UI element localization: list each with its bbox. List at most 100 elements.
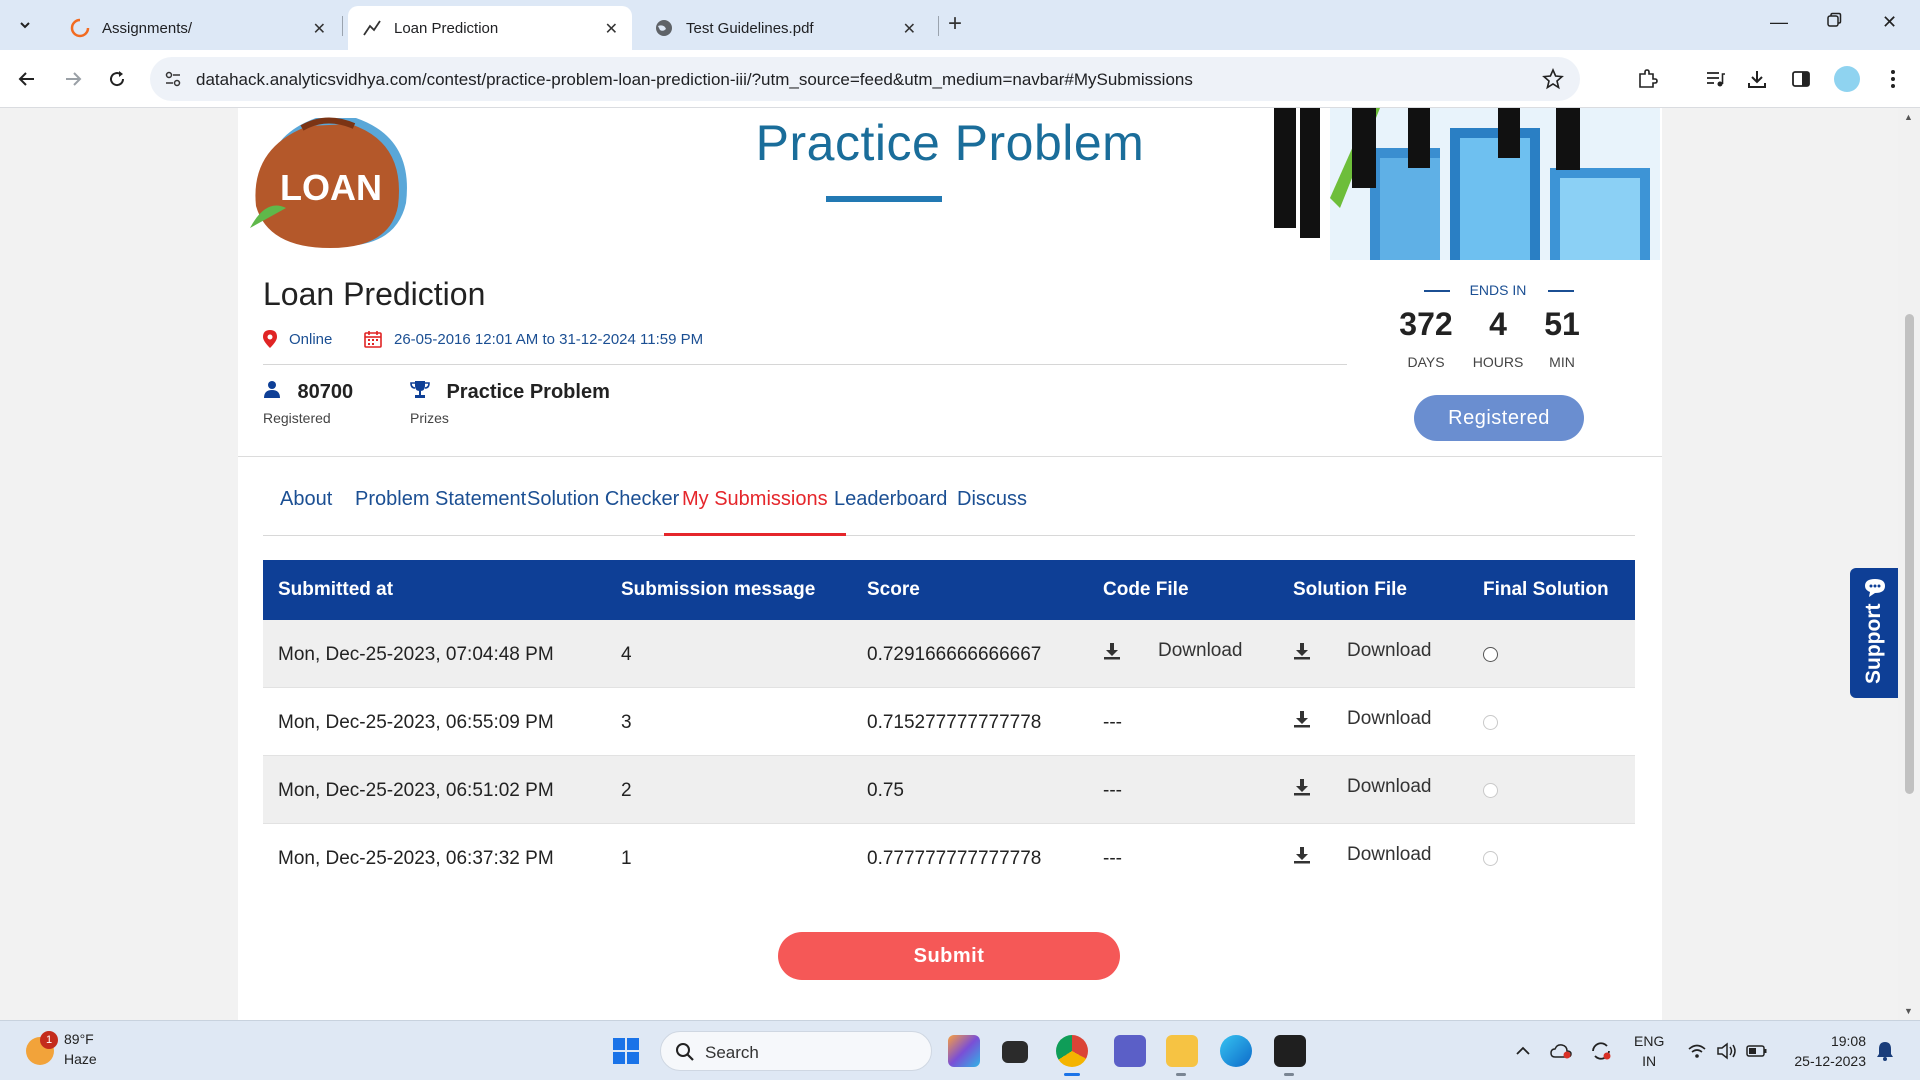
close-tab-icon[interactable]: ✕ bbox=[313, 19, 326, 39]
copilot-app-icon[interactable] bbox=[948, 1035, 980, 1067]
section-divider bbox=[238, 456, 1662, 457]
media-control-icon[interactable] bbox=[1702, 66, 1728, 92]
countdown-days-label: DAYS bbox=[1407, 354, 1445, 370]
download-icon[interactable] bbox=[1293, 710, 1311, 734]
prize-stat: Practice Problem Prizes bbox=[410, 380, 610, 426]
reload-icon bbox=[110, 71, 125, 87]
site-info-icon[interactable] bbox=[164, 70, 182, 93]
bookmark-star-icon[interactable] bbox=[1542, 67, 1564, 95]
windows-start-icon[interactable] bbox=[612, 1037, 640, 1065]
weather-description[interactable]: Haze bbox=[64, 1051, 97, 1067]
browser-tab-loan-prediction[interactable]: Loan Prediction ✕ bbox=[348, 6, 632, 50]
browser-tab-assignments[interactable]: Assignments/ ✕ bbox=[56, 6, 340, 50]
scroll-up-arrow[interactable]: ▲ bbox=[1904, 112, 1913, 122]
table-header: Submitted at Submission message Score Co… bbox=[263, 560, 1635, 620]
system-clock[interactable]: 19:08 25-12-2023 bbox=[1784, 1031, 1866, 1071]
tab-problem-statement[interactable]: Problem Statement bbox=[355, 488, 526, 536]
tab-separator bbox=[342, 16, 343, 36]
onedrive-icon[interactable] bbox=[1550, 1041, 1572, 1061]
profile-avatar[interactable] bbox=[1834, 66, 1860, 92]
download-icon[interactable] bbox=[1744, 66, 1770, 92]
sync-icon[interactable] bbox=[1590, 1041, 1612, 1061]
close-window-button[interactable]: ✕ bbox=[1882, 12, 1897, 33]
tab-solution-checker[interactable]: Solution Checker bbox=[527, 488, 679, 536]
registered-button[interactable]: Registered bbox=[1414, 395, 1584, 441]
cell-code-file: --- bbox=[1103, 848, 1122, 869]
extensions-icon[interactable] bbox=[1634, 66, 1660, 92]
tab-search-button[interactable] bbox=[10, 10, 40, 40]
restore-button[interactable] bbox=[1826, 12, 1842, 33]
solution-file-download-link[interactable]: Download bbox=[1347, 844, 1432, 866]
chevron-up-icon[interactable] bbox=[1512, 1041, 1534, 1061]
tab-discuss[interactable]: Discuss bbox=[957, 488, 1027, 536]
support-label: Support bbox=[1862, 603, 1885, 684]
user-icon bbox=[264, 381, 280, 398]
back-button[interactable] bbox=[14, 66, 40, 92]
forward-button[interactable] bbox=[60, 66, 86, 92]
countdown-days: 372 bbox=[1399, 306, 1453, 342]
cell-message: 2 bbox=[621, 780, 632, 801]
download-icon[interactable] bbox=[1293, 846, 1311, 870]
teams-app-icon[interactable] bbox=[1114, 1035, 1146, 1067]
solution-file-download-link[interactable]: Download bbox=[1347, 640, 1432, 662]
info-divider bbox=[263, 364, 1347, 365]
prize-label: Prizes bbox=[410, 410, 449, 426]
solution-file-download-link[interactable]: Download bbox=[1347, 776, 1432, 798]
reload-button[interactable] bbox=[104, 66, 130, 92]
page-scrollbar[interactable]: ▲ ▼ bbox=[1898, 108, 1920, 1020]
download-icon[interactable] bbox=[1293, 642, 1311, 666]
weather-temperature[interactable]: 89°F bbox=[64, 1031, 94, 1047]
side-panel-icon[interactable] bbox=[1788, 66, 1814, 92]
more-menu-icon[interactable] bbox=[1880, 66, 1906, 92]
tab-my-submissions[interactable]: My Submissions bbox=[664, 488, 846, 536]
cell-score: 0.715277777777778 bbox=[867, 712, 1042, 733]
taskbar-search-box[interactable]: Search bbox=[660, 1031, 932, 1071]
contest-dates: 26-05-2016 12:01 AM to 31-12-2024 11:59 … bbox=[364, 330, 703, 348]
solution-file-download-link[interactable]: Download bbox=[1347, 708, 1432, 730]
input-language-indicator[interactable]: ENG IN bbox=[1634, 1031, 1664, 1071]
tab-about[interactable]: About bbox=[280, 488, 332, 536]
header-score: Score bbox=[867, 579, 920, 600]
code-file-download-link[interactable]: Download bbox=[1158, 640, 1243, 662]
page-viewport: LOAN Practice Problem Loan Prediction On bbox=[0, 108, 1920, 1020]
volume-icon[interactable] bbox=[1716, 1041, 1738, 1061]
cell-score: 0.729166666666667 bbox=[867, 644, 1042, 665]
browser-tab-test-guidelines[interactable]: Test Guidelines.pdf ✕ bbox=[640, 6, 930, 50]
loading-spinner-icon bbox=[70, 18, 90, 38]
submit-button[interactable]: Submit bbox=[778, 932, 1120, 980]
minimize-button[interactable]: — bbox=[1770, 12, 1788, 33]
scroll-down-arrow[interactable]: ▼ bbox=[1904, 1006, 1913, 1016]
file-manager-dark-app-icon[interactable] bbox=[1002, 1041, 1028, 1063]
download-icon[interactable] bbox=[1103, 642, 1121, 666]
scroll-thumb[interactable] bbox=[1905, 314, 1914, 794]
wifi-icon[interactable] bbox=[1686, 1041, 1708, 1061]
chrome-app-icon[interactable] bbox=[1056, 1035, 1088, 1067]
final-solution-radio bbox=[1483, 851, 1498, 866]
contest-card: LOAN Practice Problem Loan Prediction On bbox=[238, 108, 1662, 1020]
tab-leaderboard[interactable]: Leaderboard bbox=[834, 488, 947, 536]
registered-label: Registered bbox=[263, 410, 331, 426]
close-tab-icon[interactable]: ✕ bbox=[605, 19, 618, 39]
browser-toolbar: datahack.analyticsvidhya.com/contest/pra… bbox=[0, 50, 1920, 108]
region-code: IN bbox=[1642, 1053, 1657, 1069]
registered-count: 80700 bbox=[297, 381, 354, 403]
file-explorer-app-icon[interactable] bbox=[1166, 1035, 1198, 1067]
banner-underline bbox=[826, 196, 942, 202]
close-tab-icon[interactable]: ✕ bbox=[903, 19, 916, 39]
final-solution-radio[interactable] bbox=[1483, 647, 1498, 662]
download-icon[interactable] bbox=[1293, 778, 1311, 802]
terminal-indicator bbox=[1284, 1073, 1294, 1076]
header-submission-message: Submission message bbox=[621, 579, 816, 600]
registered-stat: 80700 Registered bbox=[263, 380, 354, 426]
support-widget-button[interactable]: Support bbox=[1850, 568, 1900, 698]
table-row: Mon, Dec-25-2023, 06:55:09 PM 3 0.715277… bbox=[263, 688, 1635, 756]
notification-bell-icon[interactable] bbox=[1874, 1041, 1896, 1061]
location-text: Online bbox=[289, 330, 333, 348]
contest-title: Loan Prediction bbox=[263, 276, 486, 312]
battery-icon[interactable] bbox=[1746, 1041, 1768, 1061]
edge-app-icon[interactable] bbox=[1220, 1035, 1252, 1067]
terminal-app-icon[interactable] bbox=[1274, 1035, 1306, 1067]
trophy-icon bbox=[410, 381, 430, 398]
address-bar[interactable]: datahack.analyticsvidhya.com/contest/pra… bbox=[150, 57, 1580, 101]
new-tab-button[interactable]: + bbox=[948, 12, 962, 36]
